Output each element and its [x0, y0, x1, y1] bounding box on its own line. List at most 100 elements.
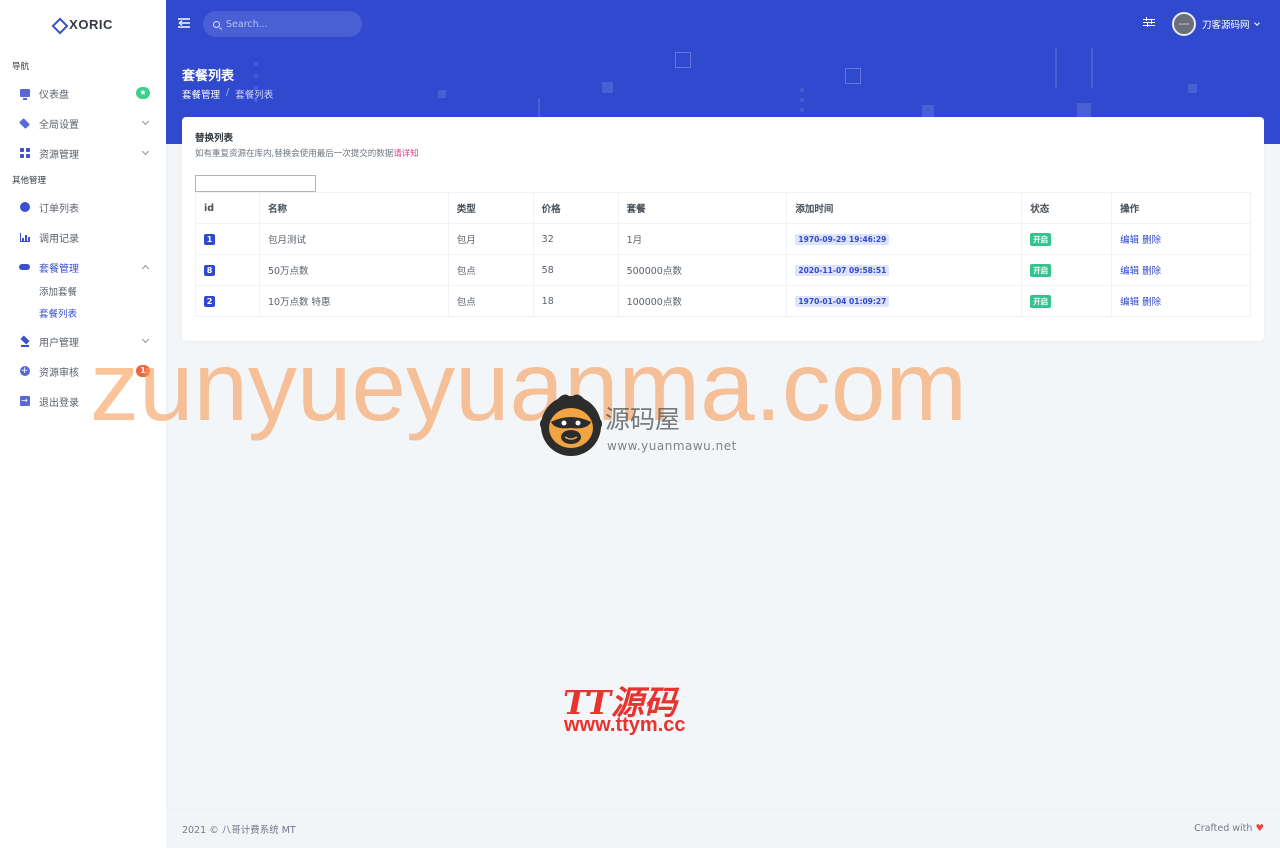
cell-time: 1970-01-04 01:09:27 [786, 285, 1023, 317]
sidebar-item-label: 资源审核 [39, 367, 79, 379]
card-desc-text: 如有重复资源在库内,替换会使用最后一次提交的数据 [195, 149, 394, 159]
sidebar-item-call-logs[interactable]: 调用记录 [0, 222, 166, 252]
decor-dot [254, 62, 258, 66]
cell-plan: 1月 [617, 223, 788, 255]
cell-type: 包月 [447, 223, 534, 255]
col-header-time[interactable]: 添加时间 [786, 192, 1023, 224]
footer-crafted: Crafted with ♥ [1194, 823, 1264, 834]
breadcrumb-separator: / [226, 87, 230, 98]
cell-type: 包点 [447, 254, 534, 286]
submenu-add-plan[interactable]: 添加套餐 [0, 282, 166, 304]
col-header-plan[interactable]: 套餐 [617, 192, 788, 224]
watermark-domain: zunyueyuanma.com [90, 331, 968, 441]
decor-line [538, 98, 540, 118]
card-title: 替换列表 [195, 133, 234, 144]
circle-icon [19, 202, 30, 213]
menu-section-nav: 导航 [12, 62, 30, 72]
cell-actions: 编辑 删除 [1111, 254, 1251, 286]
decor-square [1188, 84, 1197, 93]
decor-dot [800, 88, 804, 92]
layers-icon [19, 117, 30, 129]
brand-logo[interactable]: XORIC [0, 0, 166, 48]
sidebar-item-label: 资源管理 [39, 149, 79, 161]
cell-plan: 100000点数 [617, 285, 788, 317]
settings-sliders-icon[interactable] [1143, 17, 1155, 28]
chevron-up-icon [141, 264, 150, 273]
decor-line [1091, 48, 1093, 88]
date-badge: 2020-11-07 09:58:51 [795, 264, 890, 276]
search-icon [213, 20, 220, 28]
status-badge: 开启 [1030, 263, 1052, 277]
date-badge: 1970-01-04 01:09:27 [795, 295, 890, 307]
sidebar-item-label: 仪表盘 [39, 89, 69, 101]
avatar: DAOKE [1172, 12, 1196, 36]
heart-icon: ♥ [1255, 823, 1264, 834]
sidebar-item-label: 套餐管理 [39, 263, 79, 275]
watermark-cn-name: 源码屋 [605, 405, 681, 434]
cell-status: 开启 [1021, 223, 1113, 255]
col-header-actions[interactable]: 操作 [1111, 192, 1251, 224]
table-row: 2 10万点数 特惠 包点 18 100000点数 1970-01-04 01:… [195, 285, 1251, 317]
sidebar-item-plans[interactable]: 套餐管理 [0, 252, 166, 282]
cell-price: 18 [532, 285, 619, 317]
plan-table: id 名称 类型 价格 套餐 添加时间 状态 操作 1 包月测试 包月 32 1… [195, 192, 1251, 317]
id-badge: 8 [204, 264, 215, 276]
edit-link[interactable]: 编辑 [1120, 235, 1139, 246]
edit-link[interactable]: 编辑 [1120, 297, 1139, 308]
cell-time: 1970-09-29 19:46:29 [786, 223, 1023, 255]
table-row: 8 50万点数 包点 58 500000点数 2020-11-07 09:58:… [195, 254, 1251, 286]
sidebar-item-label: 调用记录 [39, 233, 79, 245]
username: 刀客源码网 [1202, 20, 1250, 31]
decor-dot [800, 98, 804, 102]
watermark-url: www.yuanmawu.net [607, 439, 737, 453]
sidebar-item-label: 全局设置 [39, 119, 79, 131]
sidebar-item-dashboard[interactable]: 仪表盘 ★ [0, 78, 166, 108]
exit-icon: → [19, 396, 30, 406]
monkey-logo-icon [537, 390, 605, 458]
grid-icon [19, 148, 30, 159]
cell-time: 2020-11-07 09:58:51 [786, 254, 1023, 286]
cell-name: 10万点数 特惠 [258, 285, 449, 317]
delete-link[interactable]: 删除 [1142, 235, 1161, 246]
card-desc-link[interactable]: 请详知 [393, 149, 419, 159]
footer-copyright: 2021 © 八哥计费系统 MT [182, 824, 296, 836]
footer: 2021 © 八哥计费系统 MT Crafted with ♥ [166, 808, 1280, 848]
col-header-name[interactable]: 名称 [258, 192, 449, 224]
table-filter-input[interactable] [195, 175, 316, 192]
search-box[interactable] [203, 11, 362, 37]
status-badge: 开启 [1030, 232, 1052, 246]
chevron-down-icon [141, 147, 150, 156]
delete-link[interactable]: 删除 [1142, 266, 1161, 277]
col-header-price[interactable]: 价格 [532, 192, 619, 224]
id-badge: 1 [204, 233, 215, 245]
decor-square [438, 90, 446, 98]
plan-list-card: 替换列表 如有重复资源在库内,替换会使用最后一次提交的数据请详知 id 名称 类… [182, 117, 1264, 341]
delete-link[interactable]: 删除 [1142, 297, 1161, 308]
search-input[interactable] [226, 18, 346, 30]
watermark-tt-url: www.ttym.cc [564, 714, 686, 736]
breadcrumb-current: 套餐列表 [235, 90, 274, 101]
topbar: DAOKE 刀客源码网 [166, 0, 1280, 48]
submenu-plan-list[interactable]: 套餐列表 [0, 304, 166, 326]
menu-toggle-icon[interactable] [177, 16, 191, 30]
cell-name: 50万点数 [258, 254, 449, 286]
edit-link[interactable]: 编辑 [1120, 266, 1139, 277]
decor-outline-square [845, 68, 861, 84]
sidebar-item-orders[interactable]: 订单列表 [0, 192, 166, 222]
sidebar-item-label: 退出登录 [39, 397, 79, 409]
col-header-status[interactable]: 状态 [1021, 192, 1113, 224]
decor-square [602, 82, 613, 93]
cell-id: 1 [195, 223, 260, 255]
col-header-type[interactable]: 类型 [447, 192, 534, 224]
id-badge: 2 [204, 295, 215, 307]
table-row: 1 包月测试 包月 32 1月 1970-09-29 19:46:29 开启 编… [195, 223, 1251, 255]
user-menu[interactable]: DAOKE 刀客源码网 [1172, 12, 1260, 36]
col-header-id[interactable]: id [195, 192, 260, 224]
sidebar-item-global-settings[interactable]: 全局设置 [0, 108, 166, 138]
breadcrumb-parent[interactable]: 套餐管理 [182, 87, 220, 101]
cell-status: 开启 [1021, 285, 1113, 317]
cell-type: 包点 [447, 285, 534, 317]
chevron-down-icon [141, 117, 150, 126]
footer-crafted-text: Crafted with [1194, 823, 1253, 834]
sidebar-item-resources[interactable]: 资源管理 [0, 138, 166, 168]
